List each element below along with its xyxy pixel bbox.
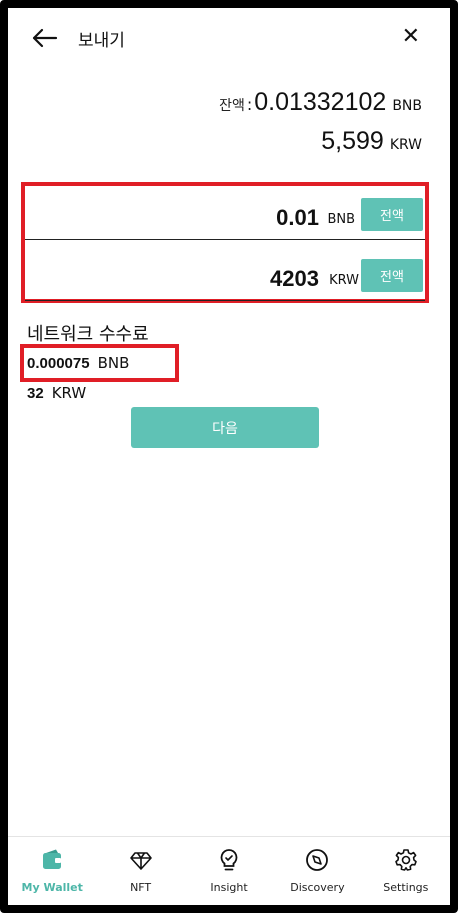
header: 보내기 ✕ [8,8,450,68]
balance-unit: BNB [392,98,422,114]
fee-fiat-row: 32 KRW [27,384,86,402]
wallet-icon [43,849,62,869]
coin-amount-value[interactable]: 0.01 [276,205,319,231]
tab-insight[interactable]: Insight [185,837,273,905]
next-button[interactable]: 다음 [131,407,319,448]
lightbulb-icon [220,849,238,871]
tab-my-wallet[interactable]: My Wallet [8,837,96,905]
balance-amount: 0.01332102 [254,88,387,116]
close-icon[interactable]: ✕ [402,26,420,48]
page-title: 보내기 [78,31,125,51]
fee-coin-unit: BNB [97,354,130,372]
tab-discovery[interactable]: Discovery [273,837,361,905]
tab-label-my-wallet: My Wallet [21,881,83,894]
compass-icon [306,849,329,871]
tab-settings[interactable]: Settings [362,837,450,905]
send-screen: 보내기 ✕ 잔액 : 0.01332102 BNB 5,599 KRW 0.01… [8,8,450,905]
balance-colon: : [246,95,253,114]
network-fee-title: 네트워크 수수료 [27,324,149,345]
tab-label-settings: Settings [383,881,429,894]
fee-fiat-unit: KRW [51,384,87,402]
fiat-amount-field[interactable]: 4203 KRW 전액 [25,248,425,301]
fee-coin-amount: 0.000075 [27,355,90,372]
balance-coin-row: 잔액 : 0.01332102 BNB [219,88,422,117]
coin-max-button[interactable]: 전액 [361,198,423,231]
balance-fiat-amount: 5,599 [321,127,384,155]
tab-label-discovery: Discovery [290,881,345,894]
bottom-tab-bar: My Wallet NFT Insight Discovery Settings [8,836,450,905]
fiat-amount-value[interactable]: 4203 [270,266,319,292]
amount-input-group: 0.01 BNB 전액 4203 KRW 전액 [21,182,429,303]
tab-nft[interactable]: NFT [96,837,184,905]
diamond-icon [129,852,152,870]
fee-fiat-amount: 32 [27,385,44,402]
balance-fiat-unit: KRW [389,137,422,153]
arrow-left-icon[interactable] [28,22,60,54]
balance-panel: 잔액 : 0.01332102 BNB 5,599 KRW [219,88,422,156]
coin-amount-field[interactable]: 0.01 BNB 전액 [25,187,425,240]
balance-label: 잔액 [219,98,245,114]
balance-fiat-row: 5,599 KRW [219,127,422,156]
tab-label-insight: Insight [210,881,248,894]
tab-label-nft: NFT [130,881,152,894]
coin-amount-unit: BNB [327,212,355,227]
fiat-max-button[interactable]: 전액 [361,259,423,292]
fiat-amount-unit: KRW [329,273,359,288]
gear-icon [395,849,417,871]
fee-coin-row: 0.000075 BNB [27,354,129,372]
